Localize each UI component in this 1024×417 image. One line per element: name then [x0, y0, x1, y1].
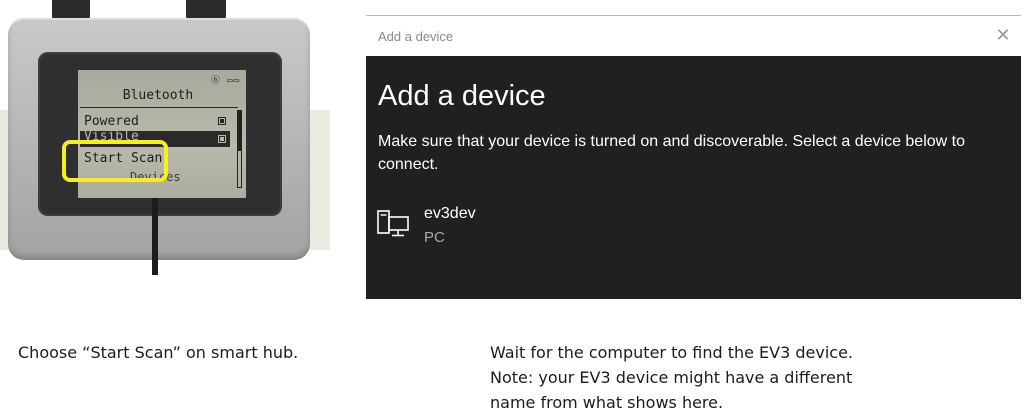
device-type: PC [424, 229, 445, 246]
background-wall [308, 110, 330, 250]
cable [152, 198, 158, 275]
dialog-heading: Add a device [378, 80, 546, 112]
window-titlebar: Add a device ✕ [366, 16, 1021, 56]
checkbox-icon [218, 135, 226, 143]
start-scan-highlight [62, 140, 168, 182]
dialog-description: Make sure that your device is turned on … [378, 133, 965, 173]
window-title: Add a device [378, 29, 454, 44]
caption-line: Note: your EV3 device might have a diffe… [490, 368, 853, 387]
left-caption: Choose “Start Scan” on smart hub. [18, 343, 299, 362]
lcd-divider [80, 107, 238, 108]
device-list-item[interactable]: ev3dev PC [376, 201, 576, 251]
pc-icon [377, 210, 409, 237]
lcd-menu-title: Bluetooth [122, 88, 194, 103]
caption-line: Wait for the computer to find the EV3 de… [490, 343, 853, 362]
right-caption: Wait for the computer to find the EV3 de… [490, 340, 910, 415]
ev3-brick-photo: ⓑ ▭▭ Bluetooth Powered Visible Start Sca… [0, 0, 330, 275]
ev3-brick: ⓑ ▭▭ Bluetooth Powered Visible Start Sca… [8, 18, 310, 260]
status-icons: ⓑ ▭▭ [210, 76, 240, 86]
checkbox-icon [218, 117, 226, 125]
caption-line: name from what shows here. [490, 393, 724, 412]
dialog-content: Add a device Make sure that your device … [366, 56, 1021, 299]
screen-bezel: ⓑ ▭▭ Bluetooth Powered Visible Start Sca… [38, 52, 282, 216]
close-icon[interactable]: ✕ [991, 24, 1015, 48]
lcd-item-powered[interactable]: Powered [80, 112, 230, 131]
add-device-dialog: Add a device ✕ Add a device Make sure th… [366, 15, 1021, 299]
lcd-item-label: Powered [84, 114, 139, 129]
lcd-scrollbar [237, 110, 242, 188]
device-name: ev3dev [424, 205, 476, 222]
